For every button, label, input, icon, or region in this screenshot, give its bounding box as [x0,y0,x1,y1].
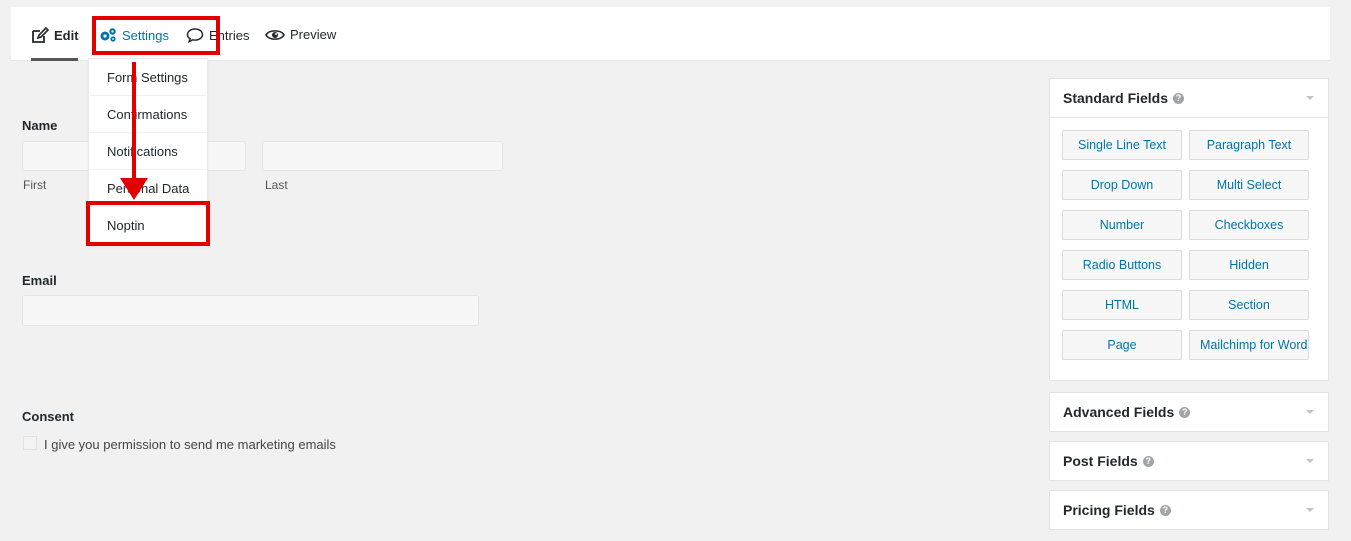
menu-item-notifications[interactable]: Notifications [89,133,207,170]
comment-icon [186,27,204,43]
consent-checkbox-label: I give you permission to send me marketi… [44,437,336,452]
email-field-label: Email [22,273,57,288]
standard-fields-panel: Standard Fields ? Single Line Text Parag… [1049,78,1329,381]
field-button-hidden[interactable]: Hidden [1189,250,1309,280]
field-button-radio-buttons[interactable]: Radio Buttons [1062,250,1182,280]
advanced-fields-title: Advanced Fields [1063,404,1175,420]
help-icon[interactable]: ? [1179,406,1191,418]
menu-item-personal-data[interactable]: Personal Data [89,170,207,207]
caret-down-icon [1306,508,1314,512]
field-button-section[interactable]: Section [1189,290,1309,320]
field-button-page[interactable]: Page [1062,330,1182,360]
field-button-checkboxes[interactable]: Checkboxes [1189,210,1309,240]
menu-item-confirmations[interactable]: Confirmations [89,96,207,133]
last-name-input[interactable] [262,141,503,171]
field-button-paragraph-text[interactable]: Paragraph Text [1189,130,1309,160]
post-fields-header[interactable]: Post Fields ? [1050,442,1328,480]
caret-down-icon [1306,459,1314,463]
edit-icon [31,27,49,44]
eye-icon [265,28,285,42]
field-button-mailchimp[interactable]: Mailchimp for WordPress [1189,330,1309,360]
active-tab-indicator [31,58,78,61]
caret-down-icon [1306,96,1314,100]
name-field-label: Name [22,118,58,133]
first-name-sublabel: First [23,178,47,192]
tab-edit-label: Edit [54,28,79,43]
tab-edit[interactable]: Edit [31,27,79,44]
standard-fields-grid: Single Line Text Paragraph Text Drop Dow… [1050,117,1328,381]
tab-entries[interactable]: Entries [186,27,249,43]
field-button-drop-down[interactable]: Drop Down [1062,170,1182,200]
tab-preview-label: Preview [290,27,337,42]
field-button-html[interactable]: HTML [1062,290,1182,320]
advanced-fields-header[interactable]: Advanced Fields ? [1050,393,1328,431]
annotation-arrow-head [120,178,148,200]
advanced-fields-panel: Advanced Fields ? [1049,392,1329,432]
pricing-fields-title: Pricing Fields [1063,502,1155,518]
tab-preview[interactable]: Preview [265,27,336,42]
annotation-arrow-shaft [132,62,136,180]
standard-fields-header[interactable]: Standard Fields ? [1050,79,1328,117]
help-icon[interactable]: ? [1142,455,1154,467]
tab-settings[interactable]: Settings [99,27,169,43]
caret-down-icon [1306,410,1314,414]
tab-entries-label: Entries [209,27,250,43]
gears-icon [99,27,117,43]
menu-item-form-settings[interactable]: Form Settings [89,59,207,96]
menu-item-noptin[interactable]: Noptin [89,207,207,244]
standard-fields-title: Standard Fields [1063,90,1169,106]
field-button-number[interactable]: Number [1062,210,1182,240]
tab-settings-label: Settings [122,27,169,43]
post-fields-title: Post Fields [1063,453,1138,469]
form-editor-toolbar: Edit Settings Entries Preview [11,7,1330,61]
consent-checkbox[interactable] [23,436,37,450]
pricing-fields-header[interactable]: Pricing Fields ? [1050,491,1328,529]
field-button-multi-select[interactable]: Multi Select [1189,170,1309,200]
post-fields-panel: Post Fields ? [1049,441,1329,481]
pricing-fields-panel: Pricing Fields ? [1049,490,1329,530]
last-name-sublabel: Last [265,178,288,192]
consent-field-label: Consent [22,409,74,424]
settings-dropdown-menu: Form Settings Confirmations Notification… [88,58,208,245]
help-icon[interactable]: ? [1173,92,1185,104]
field-button-single-line-text[interactable]: Single Line Text [1062,130,1182,160]
help-icon[interactable]: ? [1159,504,1171,516]
email-input[interactable] [22,295,479,326]
